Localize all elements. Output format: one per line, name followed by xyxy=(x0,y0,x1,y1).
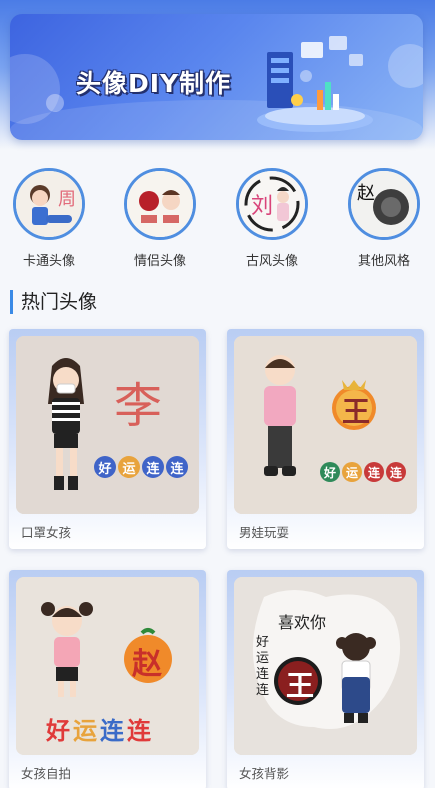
other-style-avatar-image: 赵 xyxy=(348,168,420,240)
surname-character: 赵 xyxy=(132,647,162,682)
blessing-char: 连 xyxy=(166,456,188,478)
blessing-char: 连 xyxy=(256,667,270,682)
category-ancient[interactable]: 刘 古风头像 xyxy=(227,168,317,269)
blessing-char: 好 xyxy=(46,717,70,745)
app-page: 头像DIY制作 周 卡通头像 情侣头像 刘 古风头像 赵 其他风格 热门头像 李… xyxy=(0,0,435,788)
blessing-char: 运 xyxy=(342,462,362,482)
blessing-char: 连 xyxy=(100,717,124,745)
avatar-thumbnail: 喜欢你 王 好 运 连 连 xyxy=(234,577,417,755)
handwriting-text: 喜欢你 xyxy=(278,613,327,632)
hot-avatar-section-title: 热门头像 xyxy=(10,290,97,314)
avatar-thumbnail: 王 好 运 连 连 xyxy=(234,336,417,514)
svg-text:赵: 赵 xyxy=(357,183,375,204)
blessing-badges: 好 运 连 连 xyxy=(46,711,151,746)
couple-avatar-image xyxy=(124,168,196,240)
avatar-card[interactable]: 李 好 运 连 连 口罩女孩 xyxy=(9,329,206,549)
blessing-char: 运 xyxy=(118,456,140,478)
blessing-char: 好 xyxy=(320,462,340,482)
category-label: 卡通头像 xyxy=(22,254,75,269)
avatar-card[interactable]: 赵 好 运 连 连 女孩自拍 xyxy=(9,570,206,788)
card-caption: 女孩自拍 xyxy=(21,766,72,781)
surname-character: 王 xyxy=(342,395,371,428)
card-caption: 女孩背影 xyxy=(239,766,290,781)
blessing-char: 运 xyxy=(256,651,270,666)
ancient-style-avatar-image: 刘 xyxy=(236,168,308,240)
category-couple[interactable]: 情侣头像 xyxy=(115,168,205,269)
svg-text:周: 周 xyxy=(58,189,76,210)
blessing-vertical: 好 运 连 连 xyxy=(256,635,269,699)
data-screen-illustration xyxy=(257,36,373,132)
category-cartoon[interactable]: 周 卡通头像 xyxy=(4,168,94,269)
diy-banner[interactable]: 头像DIY制作 xyxy=(10,14,423,140)
blessing-char: 好 xyxy=(256,635,270,650)
banner-title: 头像DIY制作 xyxy=(76,69,232,98)
avatar-card[interactable]: 喜欢你 王 好 运 连 连 女孩背影 xyxy=(227,570,424,788)
blessing-char: 运 xyxy=(73,717,97,745)
category-label: 情侣头像 xyxy=(133,254,186,269)
card-caption: 口罩女孩 xyxy=(21,525,72,540)
cartoon-avatar-image: 周 xyxy=(13,168,85,240)
category-other[interactable]: 赵 其他风格 xyxy=(339,168,429,269)
blessing-char: 连 xyxy=(256,683,270,698)
blessing-char: 好 xyxy=(94,456,116,478)
blessing-char: 连 xyxy=(142,456,164,478)
avatar-card[interactable]: 王 好 运 连 连 男娃玩耍 xyxy=(227,329,424,549)
blessing-badges: 好 运 连 连 xyxy=(320,462,406,482)
blessing-char: 连 xyxy=(127,717,151,745)
surname-character: 李 xyxy=(114,378,163,434)
card-caption: 男娃玩耍 xyxy=(239,525,290,540)
category-label: 古风头像 xyxy=(245,254,298,269)
surname-character: 王 xyxy=(286,669,315,702)
avatar-thumbnail: 赵 好 运 连 连 xyxy=(16,577,199,755)
blessing-char: 连 xyxy=(386,462,406,482)
blessing-char: 连 xyxy=(364,462,384,482)
svg-text:刘: 刘 xyxy=(251,194,273,219)
blessing-badges: 好 运 连 连 xyxy=(94,456,188,478)
category-label: 其他风格 xyxy=(357,254,410,269)
avatar-thumbnail: 李 好 运 连 连 xyxy=(16,336,199,514)
decor-bubble xyxy=(388,44,423,88)
